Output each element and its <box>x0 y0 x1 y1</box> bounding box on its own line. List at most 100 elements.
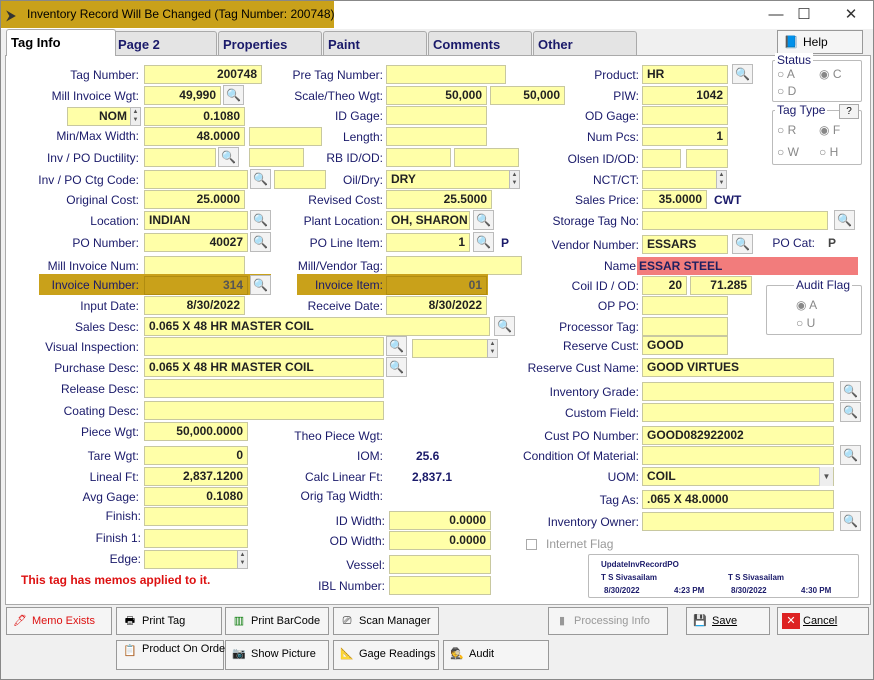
product-search-icon[interactable]: 🔍 <box>732 64 753 84</box>
processor-tag-field[interactable] <box>642 317 728 336</box>
sales-desc-field[interactable]: 0.065 X 48 HR MASTER COIL <box>144 317 490 336</box>
id-gage-field[interactable] <box>386 106 487 125</box>
tag-type-radio-h[interactable]: ○ H <box>819 145 838 159</box>
close-button[interactable]: ✕ <box>836 4 866 26</box>
inventory-grade-search-icon[interactable]: 🔍 <box>840 381 861 401</box>
mill-invoice-num-field[interactable] <box>144 256 245 275</box>
finish-field[interactable] <box>144 507 248 526</box>
ibl-number-field[interactable] <box>389 576 491 595</box>
po-line-item-field[interactable]: 1 <box>386 233 470 252</box>
plant-location-field[interactable]: OH, SHARON <box>386 211 470 230</box>
status-radio-a[interactable]: ○ A <box>777 67 795 81</box>
nom-value-field[interactable]: 0.1080 <box>144 107 245 126</box>
revised-cost-field[interactable]: 25.5000 <box>386 190 492 209</box>
custom-field-search-icon[interactable]: 🔍 <box>840 402 861 422</box>
cancel-button[interactable]: ✕ Cancel <box>777 607 869 635</box>
uom-select[interactable]: COIL <box>642 467 834 486</box>
gage-readings-button[interactable]: 📐 Gage Readings <box>333 640 439 670</box>
tare-wgt-field[interactable]: 0 <box>144 446 248 465</box>
scan-manager-button[interactable]: ⎚ Scan Manager <box>333 607 439 635</box>
od-width-field[interactable]: 0.0000 <box>389 531 491 550</box>
vendor-number-search-icon[interactable]: 🔍 <box>732 234 753 254</box>
location-field[interactable]: INDIAN <box>144 211 248 230</box>
tag-as-field[interactable]: .065 X 48.0000 <box>642 490 834 509</box>
mill-invoice-wgt-field[interactable]: 49,990 <box>144 86 221 105</box>
print-tag-button[interactable]: 🖶 Print Tag <box>116 607 222 635</box>
show-picture-button[interactable]: 📷 Show Picture <box>225 640 329 670</box>
num-pcs-field[interactable]: 1 <box>642 127 728 146</box>
op-po-field[interactable] <box>642 296 728 315</box>
audit-button[interactable]: 🕵 Audit <box>443 640 549 670</box>
input-date-field[interactable]: 8/30/2022 <box>144 296 245 315</box>
original-cost-field[interactable]: 25.0000 <box>144 190 245 209</box>
visual-inspection-field[interactable] <box>144 337 384 356</box>
coil-id-field[interactable]: 20 <box>642 276 687 295</box>
po-number-field[interactable]: 40027 <box>144 233 248 252</box>
purchase-desc-search-icon[interactable]: 🔍 <box>386 357 407 377</box>
status-radio-c[interactable]: ◉ C <box>819 67 841 81</box>
visual-inspection-spinner-icon[interactable]: ▲ ▼ <box>487 339 498 358</box>
condition-of-material-field[interactable] <box>642 446 834 465</box>
olsen-id-field[interactable] <box>642 149 681 168</box>
scale-wgt-field[interactable]: 50,000 <box>386 86 487 105</box>
od-gage-field[interactable] <box>642 106 728 125</box>
tag-type-radio-r[interactable]: ○ R <box>777 123 796 137</box>
tag-type-help-button[interactable]: ? <box>839 104 859 119</box>
rb-id-field[interactable] <box>386 148 451 167</box>
min-width-field[interactable]: 48.0000 <box>144 127 245 146</box>
finish1-field[interactable] <box>144 529 248 548</box>
reserve-cust-field[interactable]: GOOD <box>642 336 728 355</box>
status-radio-d[interactable]: ○ D <box>777 84 796 98</box>
maximize-button[interactable]: ☐ <box>789 4 819 26</box>
piw-field[interactable]: 1042 <box>642 86 728 105</box>
purchase-desc-field[interactable]: 0.065 X 48 HR MASTER COIL <box>144 358 384 377</box>
length-field[interactable] <box>386 127 487 146</box>
storage-tag-search-icon[interactable]: 🔍 <box>834 210 855 230</box>
id-width-field[interactable]: 0.0000 <box>389 511 491 530</box>
inventory-grade-field[interactable] <box>642 382 834 401</box>
oil-dry-spinner-icon[interactable]: ▲ ▼ <box>509 170 520 189</box>
rb-od-field[interactable] <box>454 148 519 167</box>
inventory-owner-field[interactable] <box>642 512 834 531</box>
inv-po-ductility-field[interactable] <box>144 148 216 167</box>
receive-date-field[interactable]: 8/30/2022 <box>386 296 487 315</box>
nct-ct-field[interactable] <box>642 170 717 189</box>
inventory-owner-search-icon[interactable]: 🔍 <box>840 511 861 531</box>
storage-tag-no-field[interactable] <box>642 211 828 230</box>
condition-search-icon[interactable]: 🔍 <box>840 445 861 465</box>
save-button[interactable]: 💾 Save <box>686 607 770 635</box>
piece-wgt-field[interactable]: 50,000.0000 <box>144 422 248 441</box>
tab-page-2[interactable]: Page 2 <box>113 31 217 55</box>
tab-properties[interactable]: Properties <box>218 31 322 55</box>
internet-flag-checkbox[interactable] <box>526 539 537 550</box>
olsen-od-field[interactable] <box>686 149 728 168</box>
mill-invoice-wgt-search-icon[interactable]: 🔍 <box>223 85 244 105</box>
pre-tag-number-field[interactable] <box>386 65 506 84</box>
product-field[interactable]: HR <box>642 65 728 84</box>
reserve-cust-name-field[interactable]: GOOD VIRTUES <box>642 358 834 377</box>
invoice-number-field[interactable]: 314 <box>144 276 248 295</box>
memo-exists-button[interactable]: 🖊 Memo Exists <box>6 607 112 635</box>
processing-info-button[interactable]: ▮ Processing Info <box>548 607 668 635</box>
release-desc-field[interactable] <box>144 379 384 398</box>
coil-od-field[interactable]: 71.285 <box>690 276 752 295</box>
visual-inspection-search-icon[interactable]: 🔍 <box>386 336 407 356</box>
tab-paint[interactable]: Paint <box>323 31 427 55</box>
ductility-search-icon[interactable]: 🔍 <box>218 147 239 167</box>
minimize-button[interactable]: — <box>761 4 791 26</box>
plant-location-search-icon[interactable]: 🔍 <box>473 210 494 230</box>
print-barcode-button[interactable]: ▥ Print BarCode <box>225 607 329 635</box>
edge-field[interactable] <box>144 550 238 569</box>
nom-select[interactable]: NOM <box>67 107 132 126</box>
cust-po-number-field[interactable]: GOOD082922002 <box>642 426 834 445</box>
nom-spinner-icon[interactable]: ▲ ▼ <box>130 107 141 126</box>
tag-type-radio-f[interactable]: ◉ F <box>819 123 840 137</box>
product-on-order-button[interactable]: 📋 Product On Order <box>116 640 229 670</box>
audit-flag-radio-u[interactable]: ○ U <box>796 316 815 330</box>
tag-number-field[interactable]: 200748 <box>144 65 262 84</box>
sales-desc-search-icon[interactable]: 🔍 <box>494 316 515 336</box>
avg-gage-field[interactable]: 0.1080 <box>144 487 248 506</box>
nct-ct-spinner-icon[interactable]: ▲ ▼ <box>716 170 727 189</box>
po-line-item-search-icon[interactable]: 🔍 <box>473 232 494 252</box>
vessel-field[interactable] <box>389 555 491 574</box>
